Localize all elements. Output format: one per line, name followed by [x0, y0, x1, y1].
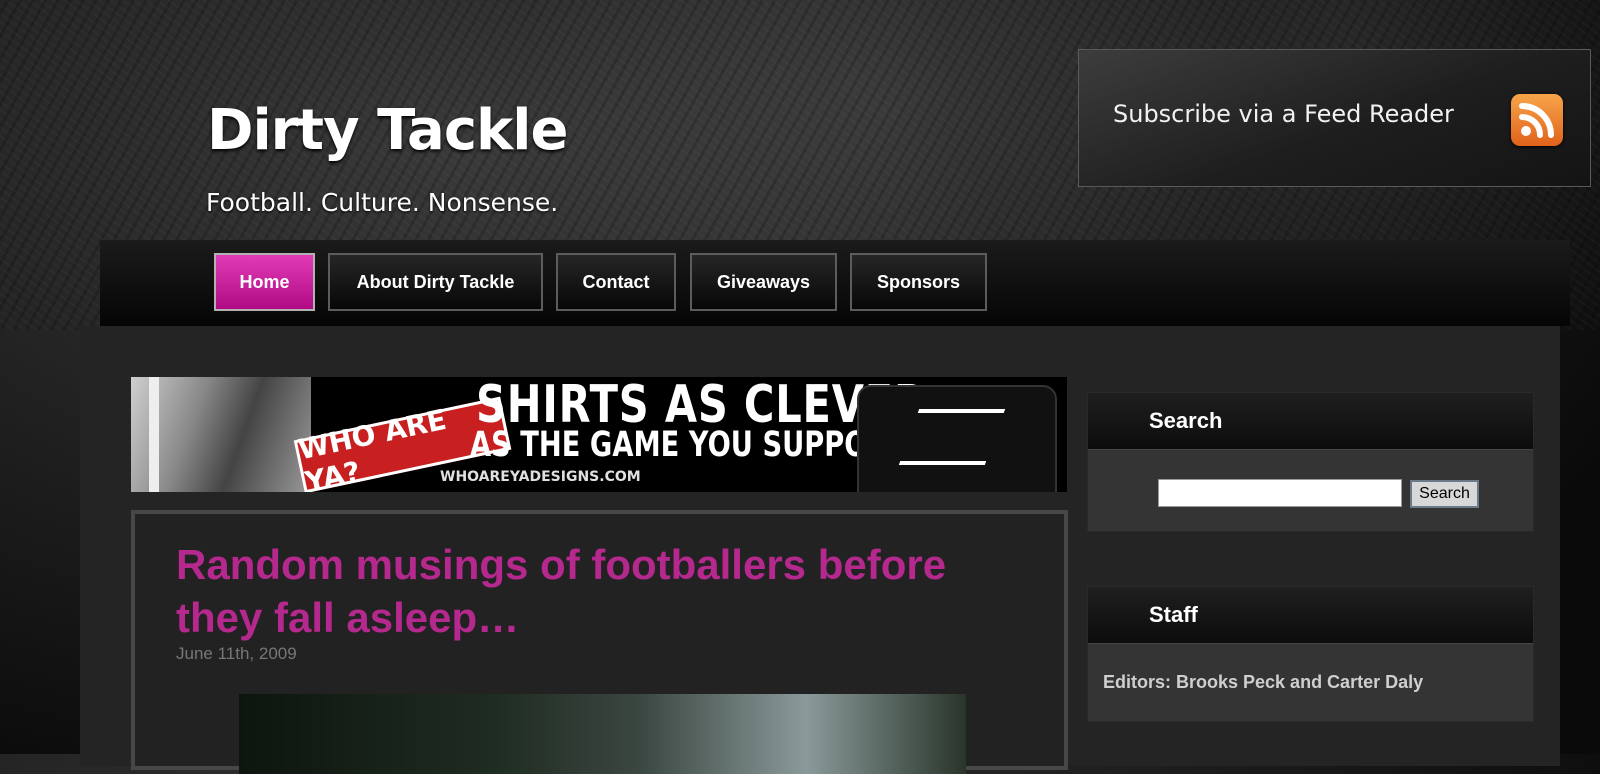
nav-item-home[interactable]: Home: [214, 253, 315, 311]
nav-item-contact[interactable]: Contact: [556, 253, 676, 311]
widget-title: Staff: [1149, 602, 1198, 627]
ad-subheadline: AS THE GAME YOU SUPPORT: [470, 425, 906, 465]
nav-item-label: About Dirty Tackle: [356, 271, 515, 292]
nav-item-label: Home: [239, 271, 290, 292]
widget-header: Staff: [1088, 587, 1533, 644]
ad-photo: [131, 377, 311, 492]
search-button[interactable]: Search: [1410, 480, 1479, 508]
search-widget: Search Search: [1087, 392, 1534, 532]
search-input[interactable]: [1158, 479, 1402, 507]
site-tagline: Football. Culture. Nonsense.: [206, 188, 559, 217]
post-title[interactable]: Random musings of footballers before the…: [176, 538, 996, 644]
ad-banner[interactable]: WHO ARE YA? SHIRTS AS CLEVER AS THE GAME…: [131, 377, 1067, 492]
widget-title: Search: [1149, 408, 1223, 433]
subscribe-label[interactable]: Subscribe via a Feed Reader: [1113, 100, 1454, 128]
nav-item-sponsors[interactable]: Sponsors: [850, 253, 987, 311]
staff-editors-text: Editors: Brooks Peck and Carter Daly: [1103, 672, 1424, 692]
staff-widget: Staff Editors: Brooks Peck and Carter Da…: [1087, 586, 1534, 722]
blog-post: Random musings of footballers before the…: [131, 510, 1068, 774]
nav-item-giveaways[interactable]: Giveaways: [690, 253, 837, 311]
nav-item-about[interactable]: About Dirty Tackle: [328, 253, 543, 311]
nav-item-label: Contact: [582, 271, 650, 292]
nav-item-label: Sponsors: [876, 271, 960, 292]
widget-header: Search: [1088, 393, 1533, 450]
rss-icon[interactable]: [1511, 94, 1563, 146]
post-date: June 11th, 2009: [176, 644, 297, 663]
shirt-icon: [857, 385, 1057, 492]
post-image: [239, 694, 966, 774]
site-title[interactable]: Dirty Tackle: [207, 98, 568, 163]
ad-url: WHOAREYADESIGNS.COM: [440, 469, 641, 485]
subscribe-feed-box[interactable]: Subscribe via a Feed Reader: [1078, 49, 1591, 187]
nav-item-label: Giveaways: [716, 271, 811, 292]
